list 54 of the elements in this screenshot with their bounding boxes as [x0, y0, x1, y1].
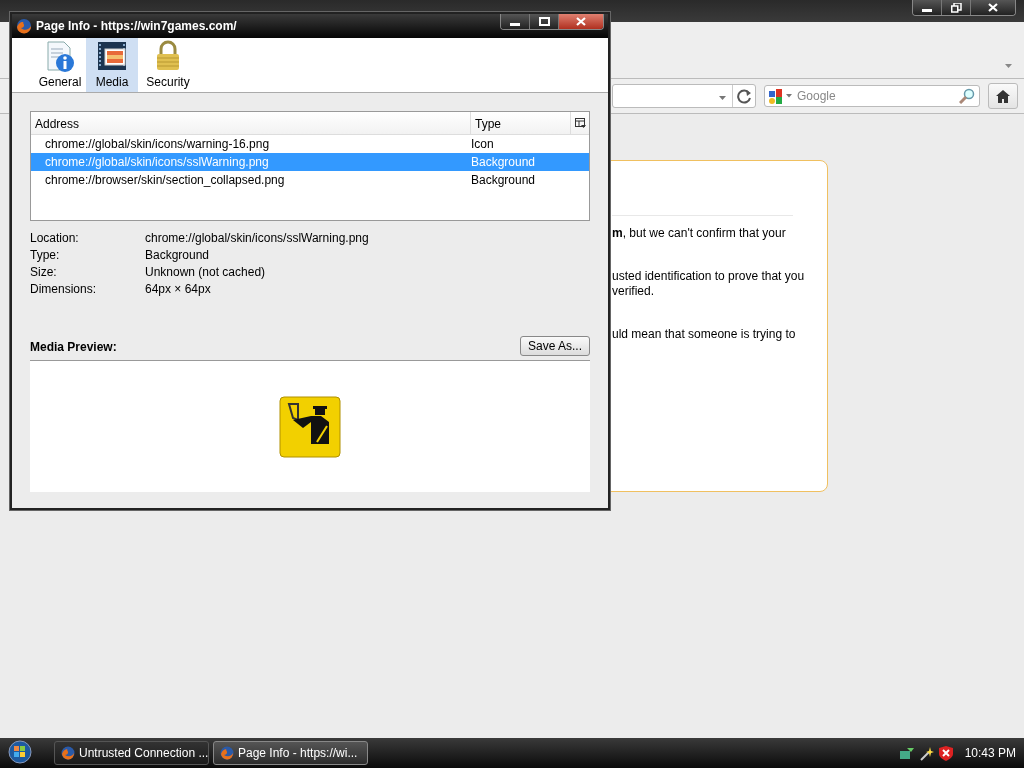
start-button[interactable] [8, 739, 32, 764]
browser-logo-icon [220, 746, 234, 760]
address-field[interactable] [612, 84, 756, 108]
caret-icon[interactable] [1005, 64, 1012, 68]
page-paragraph: usted identification to prove that you verified. [612, 269, 806, 299]
detail-label: Location: [30, 231, 80, 245]
toolbar-tab[interactable]: General [34, 38, 86, 92]
shield-icon[interactable] [938, 745, 953, 761]
page-paragraph: m, but we can't confirm that your [612, 226, 787, 241]
browser-logo-icon [61, 746, 75, 760]
page-paragraph: uld mean that someone is trying to [612, 327, 797, 342]
list-row[interactable]: chrome://browser/skin/section_collapsed.png Background [31, 171, 589, 189]
search-engine-icon[interactable] [769, 88, 783, 104]
section-heading: Media Preview: [30, 340, 117, 354]
detail-value: Background [145, 248, 211, 262]
detail-value: chrome://global/skin/icons/sslWarning.png [145, 231, 370, 245]
column-header[interactable]: Address [31, 112, 471, 134]
network-icon[interactable] [898, 746, 915, 760]
detail-value: Unknown (not cached) [145, 265, 267, 279]
maximize-button[interactable] [529, 14, 558, 29]
column-header[interactable]: Type [471, 112, 571, 134]
close-icon [576, 17, 586, 26]
home-icon [996, 89, 1011, 103]
close-button[interactable] [970, 0, 1015, 15]
reload-icon [736, 88, 752, 104]
caret-icon[interactable] [719, 96, 726, 100]
detail-label: Dimensions: [30, 282, 98, 296]
toolbar-tab[interactable]: Security [138, 38, 198, 92]
detail-label: Size: [30, 265, 58, 279]
search-icon[interactable] [959, 88, 976, 104]
officer-icon [279, 395, 341, 458]
search-field[interactable]: Google [795, 88, 957, 104]
maximize-icon [538, 16, 550, 27]
detail-label: Type: [30, 248, 61, 262]
restore-icon [950, 2, 962, 13]
caret-icon[interactable] [786, 94, 792, 98]
close-button[interactable] [558, 14, 603, 29]
browser-logo-icon [16, 18, 32, 34]
taskbar-button[interactable]: Untrusted Connection ... [54, 741, 209, 765]
restore-button[interactable] [941, 0, 970, 15]
taskbar-button[interactable]: Page Info - https://wi... [213, 741, 368, 765]
detail-value: 64px × 64px [145, 282, 212, 296]
home-button[interactable] [988, 83, 1018, 109]
save-as-button[interactable]: Save As... [519, 336, 590, 356]
minimize-button[interactable] [913, 0, 941, 15]
search-bar[interactable]: Google [764, 85, 981, 107]
film-picture-icon [96, 40, 128, 72]
toolbar-tab[interactable]: Media [86, 38, 138, 92]
list-row[interactable]: chrome://global/skin/icons/warning-16.png Icon [31, 135, 589, 153]
column-picker-icon[interactable] [574, 118, 586, 128]
clock[interactable]: 10:43 PM [964, 746, 1016, 760]
minimize-button[interactable] [501, 14, 529, 29]
dialog-title: Page Info - https://win7games.com/ [36, 19, 238, 33]
close-icon [988, 3, 998, 12]
